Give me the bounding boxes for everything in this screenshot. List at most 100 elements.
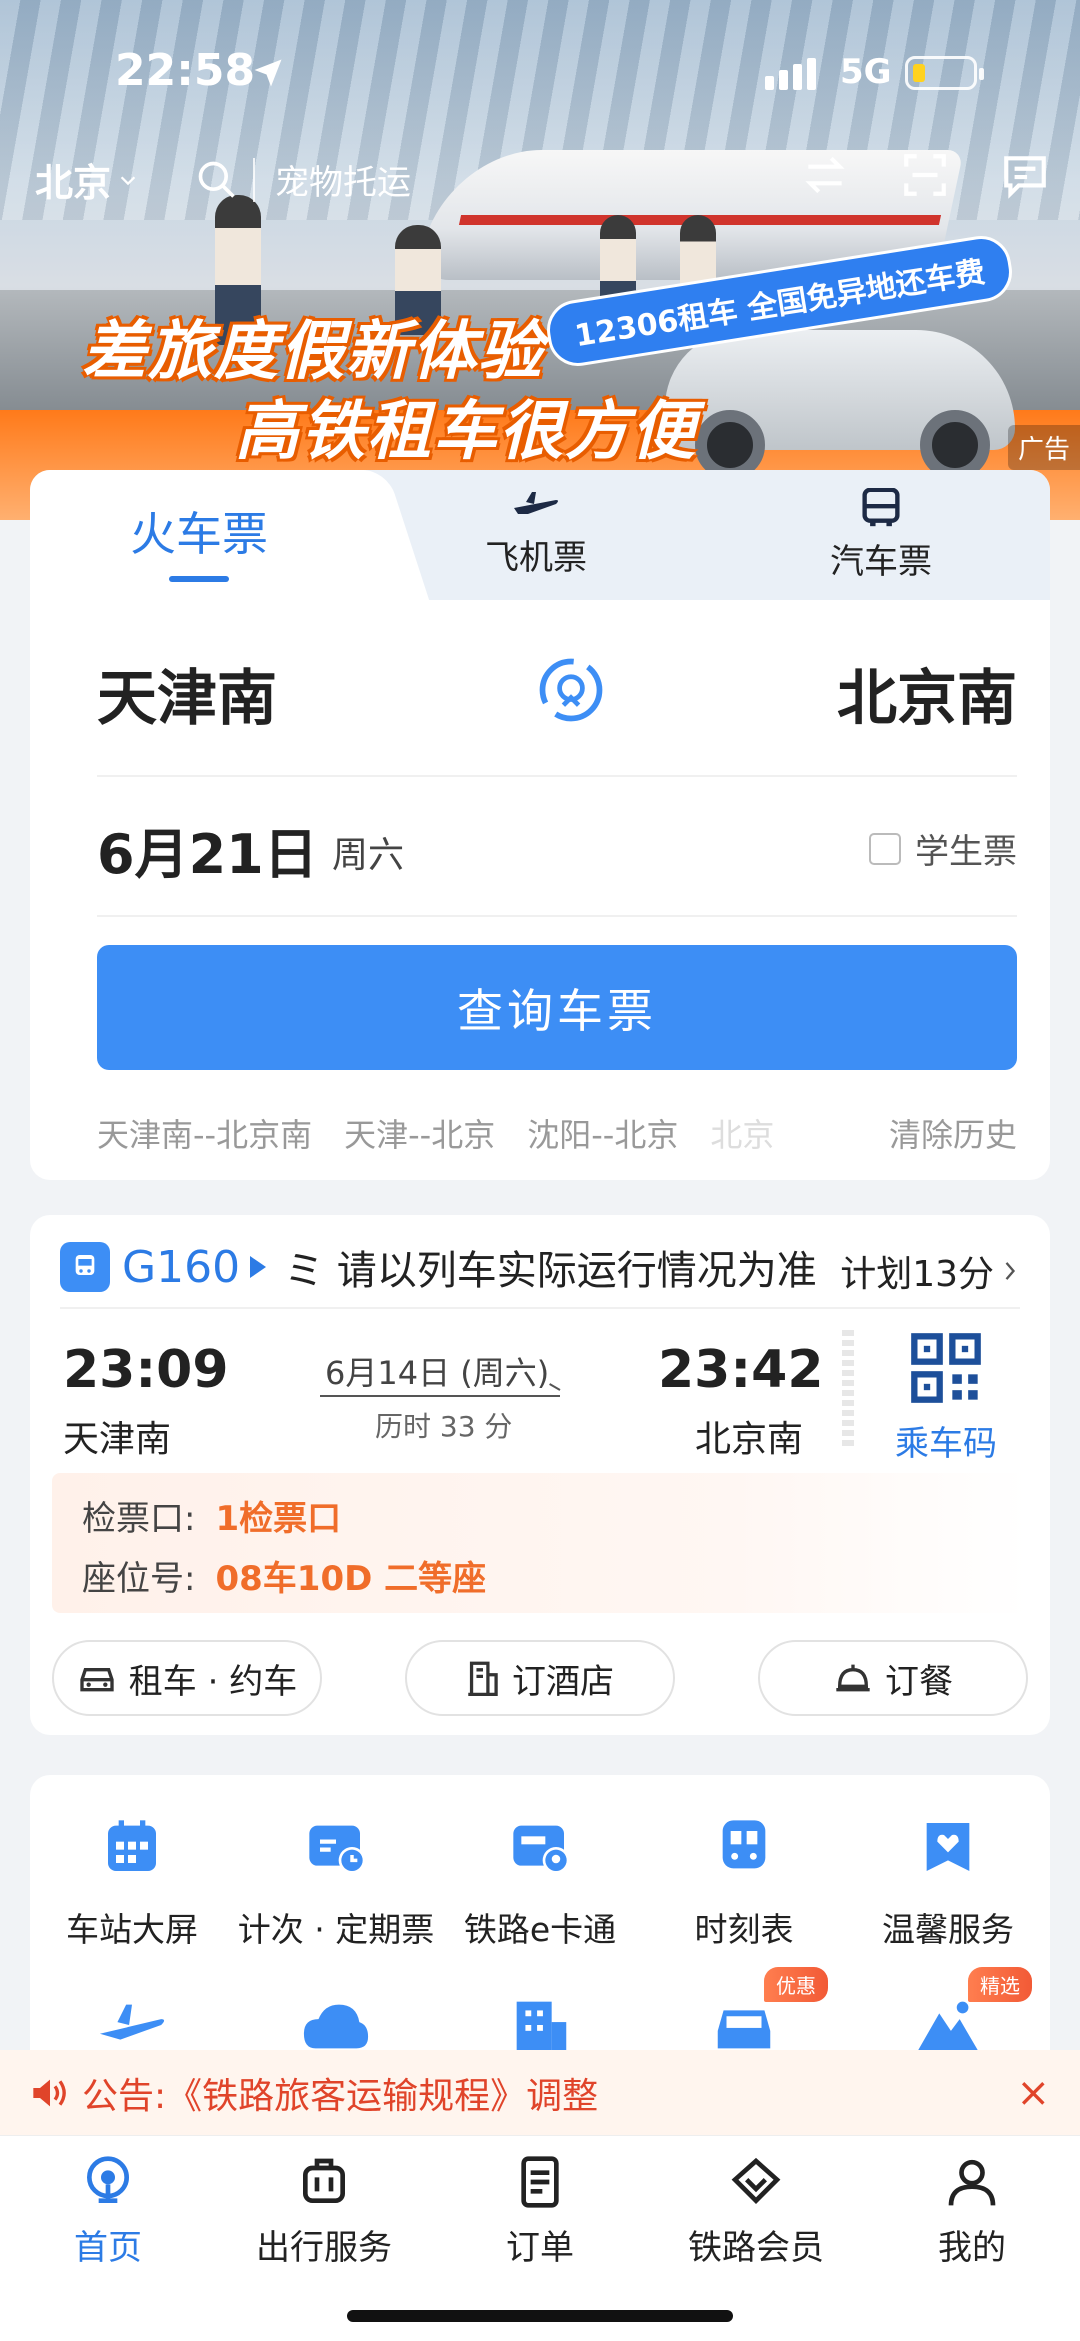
nav-label: 出行服务: [256, 2228, 392, 2268]
close-icon[interactable]: ×: [1016, 2070, 1050, 2116]
service-label: 计次 · 定期票: [237, 1910, 435, 1949]
nav-label: 铁路会员: [688, 2228, 824, 2268]
seat-info-box: 检票口: 1检票口 座位号: 08车10D 二等座: [52, 1473, 1028, 1613]
nav-travel-services[interactable]: 出行服务: [216, 2154, 432, 2269]
service-station-screen[interactable]: 车站大屏: [30, 1815, 234, 1951]
tab-label: 火车票: [130, 507, 268, 561]
hotel-button[interactable]: 订酒店: [405, 1640, 675, 1716]
nav-label: 我的: [938, 2228, 1006, 2268]
nav-label: 首页: [74, 2228, 142, 2268]
meal-button[interactable]: 订餐: [758, 1640, 1028, 1716]
seat-row: 座位号: 08车10D 二等座: [82, 1551, 486, 1600]
trip-duration: 历时 33 分: [375, 1410, 513, 1443]
upcoming-trip-card[interactable]: G160 ミ 请以列车实际运行情况为准 计划13分 23:09 天津南 6月14…: [30, 1215, 1050, 1735]
airplane-icon: [99, 2004, 165, 2040]
service-label: 铁路e卡通: [463, 1910, 617, 1949]
scan-icon[interactable]: [900, 150, 950, 200]
trip-notice: ミ 请以列车实际运行情况为准: [284, 1248, 817, 1294]
dish-cover-icon: [836, 1664, 870, 1692]
calendar-icon: [108, 1820, 156, 1871]
ticket-search-card: 火车票 飞机票 汽车票 天津南 北京南 6月21日 周六 学生票 查询车票 天津…: [30, 470, 1050, 1180]
user-icon: [948, 2159, 996, 2206]
trip-header: G160 ミ 请以列车实际运行情况为准 计划13分: [60, 1237, 1020, 1297]
search-bar[interactable]: 宠物托运: [195, 155, 411, 204]
arrival-station: 北京南: [695, 1419, 804, 1460]
tab-flight-ticket[interactable]: 飞机票: [485, 488, 587, 579]
service-timetable[interactable]: 时刻表: [642, 1815, 846, 1951]
tab-bus-ticket[interactable]: 汽车票: [830, 488, 932, 583]
nav-membership[interactable]: 铁路会员: [648, 2154, 864, 2269]
mountain-icon: [915, 2001, 981, 2055]
student-label: 学生票: [915, 832, 1017, 872]
ad-label: 广告: [1007, 425, 1080, 470]
city-selector[interactable]: 北京: [35, 152, 139, 207]
departure-station: 天津南: [63, 1419, 172, 1460]
gate-value: 1检票口: [215, 1499, 342, 1539]
nav-orders[interactable]: 订单: [432, 2154, 648, 2269]
search-icon: [198, 161, 235, 198]
ride-code-label: 乘车码: [895, 1424, 997, 1464]
depart-weekday: 周六: [332, 835, 405, 876]
search-history: 天津南--北京南 天津--北京 沈阳--北京 北京 清除历史: [97, 1110, 1017, 1156]
seat-label: 座位号:: [82, 1559, 196, 1599]
nav-home[interactable]: 首页: [0, 2154, 216, 2269]
nav-profile[interactable]: 我的: [864, 2154, 1080, 2269]
announcement-bar[interactable]: 公告:《铁路旅客运输规程》调整 ×: [0, 2050, 1080, 2135]
train-icon: [60, 1242, 110, 1292]
promo-banner[interactable]: 差旅度假新体验 高铁租车很方便 12306租车 全国免异地还车费 广告 22:5…: [0, 0, 1080, 520]
from-station[interactable]: 天津南: [97, 650, 277, 737]
chevron-down-icon: [120, 175, 136, 185]
building-icon: [516, 2001, 567, 2055]
service-label: 时刻表: [694, 1910, 794, 1949]
cloud-icon: [303, 2004, 369, 2049]
message-icon[interactable]: [1000, 150, 1050, 200]
car-icon: [80, 1668, 114, 1692]
qr-code-icon: [911, 1333, 981, 1403]
service-care[interactable]: 温馨服务: [846, 1815, 1050, 1951]
clear-history-button[interactable]: 清除历史: [889, 1110, 1017, 1156]
location-arrow-icon: [254, 59, 282, 87]
banner-headline-2: 高铁租车很方便: [235, 395, 697, 469]
query-tickets-button[interactable]: 查询车票: [97, 945, 1017, 1070]
home-logo-icon: [87, 2156, 129, 2203]
departure-time: 23:09: [63, 1340, 229, 1400]
speaker-icon: [33, 2079, 66, 2106]
student-ticket-toggle[interactable]: 学生票: [869, 824, 1017, 873]
to-station[interactable]: 北京南: [837, 650, 1017, 737]
discount-badge: 优惠: [764, 1967, 828, 2002]
car-rental-button[interactable]: 租车 · 约车: [52, 1640, 322, 1716]
train-front-icon: [722, 1820, 766, 1869]
student-checkbox[interactable]: [869, 832, 901, 865]
order-list-icon: [521, 2156, 559, 2208]
card-icon: [513, 1825, 570, 1874]
chevron-right-icon: [1005, 1262, 1016, 1280]
service-railway-ecard[interactable]: 铁路e卡通: [438, 1815, 642, 1951]
tab-label: 飞机票: [485, 538, 587, 578]
train-number: G160: [122, 1241, 241, 1293]
seat-value: 08车10D 二等座: [215, 1559, 487, 1599]
depart-date[interactable]: 6月21日: [97, 810, 318, 889]
trip-plan-link[interactable]: 计划13分: [830, 1245, 1020, 1297]
home-indicator: [347, 2310, 733, 2322]
swap-stations-icon[interactable]: [533, 652, 609, 728]
history-item[interactable]: 天津南--北京南: [97, 1110, 312, 1156]
date-row[interactable]: 6月21日 周六 学生票: [97, 810, 1017, 890]
tab-label: 汽车票: [830, 542, 932, 582]
tab-train-ticket[interactable]: 火车票: [130, 498, 268, 582]
banner-headline-1: 差旅度假新体验: [82, 315, 544, 389]
bus-icon: [862, 488, 900, 527]
gate-label: 检票口:: [82, 1499, 196, 1539]
swap-arrows-icon[interactable]: [800, 150, 850, 200]
service-label: 车站大屏: [66, 1910, 198, 1949]
trip-arrow: [320, 1395, 560, 1397]
history-item[interactable]: 天津--北京: [344, 1110, 495, 1156]
service-periodic-ticket[interactable]: 计次 · 定期票: [234, 1815, 438, 1951]
airplane-icon: [514, 492, 558, 514]
history-item[interactable]: 北京: [710, 1110, 774, 1156]
arrival-time: 23:42: [658, 1340, 824, 1400]
services-grid: 车站大屏 计次 · 定期票 铁路e卡通 时刻表 温馨服务 优惠 精选: [30, 1775, 1050, 2075]
route-selector: 天津南 北京南: [97, 650, 1017, 760]
ride-code-button[interactable]: 乘车码: [895, 1330, 997, 1465]
hotel-icon: [468, 1661, 498, 1696]
history-item[interactable]: 沈阳--北京: [527, 1110, 678, 1156]
